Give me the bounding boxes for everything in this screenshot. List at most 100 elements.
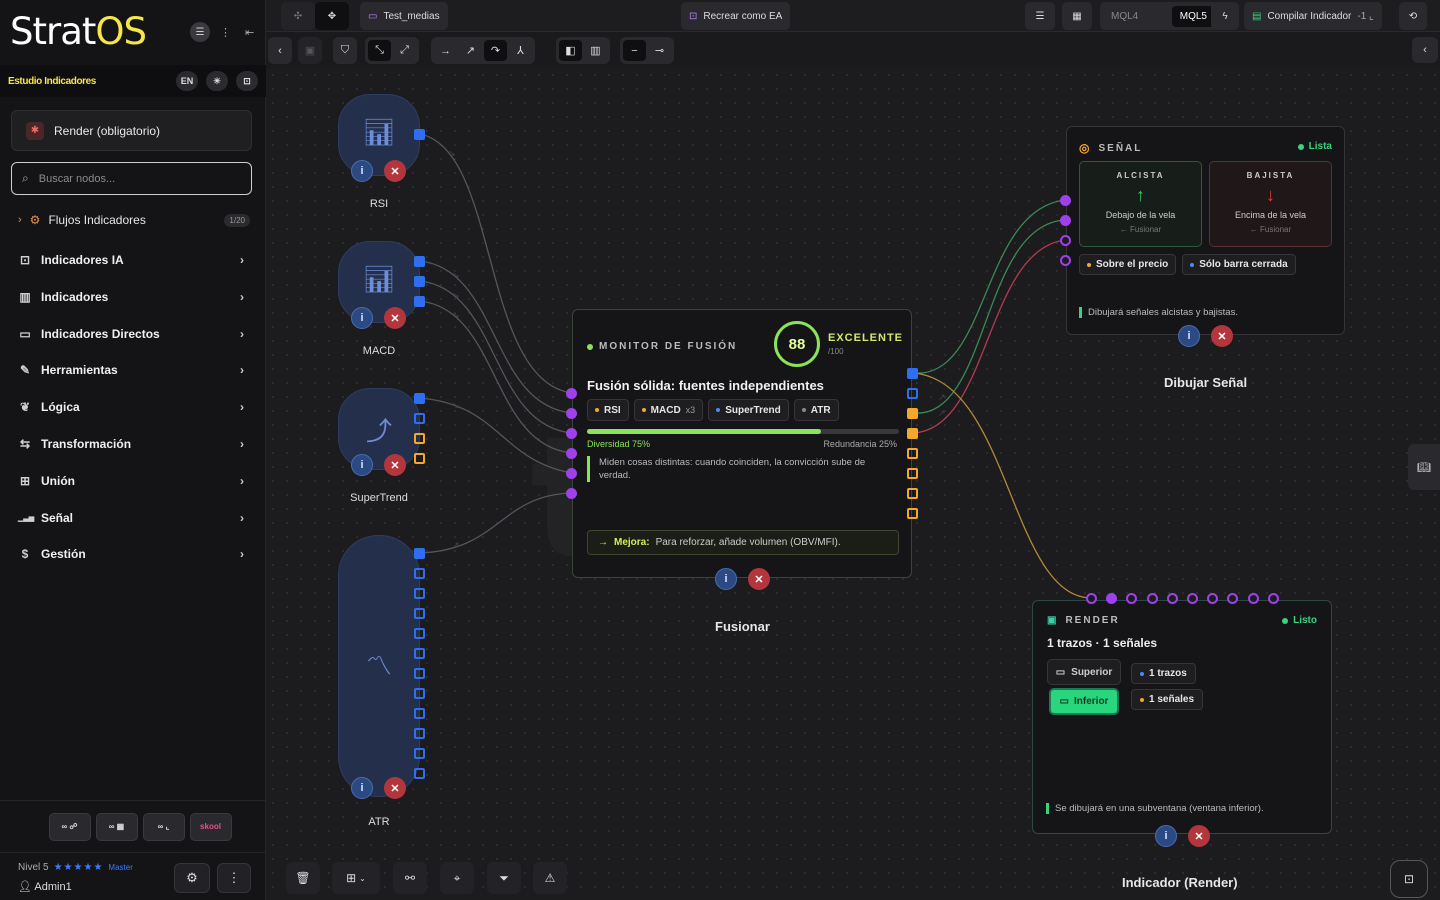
input-port[interactable] [1060,255,1071,266]
input-port[interactable] [1247,593,1259,604]
atr-node[interactable]: 〽 [338,535,420,797]
layout-icon[interactable]: ⊞ ⌄ [332,862,380,894]
rsi-node[interactable]: 📊︎ [338,94,420,176]
render-node[interactable]: ▣ RENDER Listo 1 trazos · 1 señales ▭ Supe… [1032,600,1332,834]
link-button-2[interactable]: ∞ ▦ [95,812,138,841]
theme-toggle-icon[interactable]: ☀ [206,71,228,91]
info-icon[interactable]: i [1155,825,1177,847]
sidebar-item-brain[interactable]: ❦ Lógica › [18,395,250,419]
output-port[interactable] [907,388,918,399]
language-toggle[interactable]: EN [176,71,198,91]
output-port[interactable] [414,413,425,424]
output-port[interactable] [414,129,425,140]
macd-node[interactable]: 📊︎ [338,241,420,323]
bolt-icon[interactable]: ϟ [1211,2,1239,30]
sidebar-item-transform[interactable]: ⇆ Transformación › [18,432,250,456]
compile-indicator-button[interactable]: ▤ Compilar Indicador -1 ⌞ [1244,2,1382,30]
trash-icon[interactable]: 🗑︎ [286,862,320,894]
output-port[interactable] [414,276,425,287]
output-port[interactable] [414,628,425,639]
pan-tool-icon[interactable]: ✥ [315,2,349,30]
sidebar-item-bar-chart[interactable]: ▥ Indicadores › [18,285,250,309]
signal-node[interactable]: ◎ SEÑAL Lista ALCISTA ↑ Debajo de la vela… [1066,126,1345,335]
supertrend-node[interactable]: ⤴ [338,388,420,470]
output-port[interactable] [414,768,425,779]
close-icon[interactable]: ✕ [1211,325,1233,347]
input-port[interactable] [1060,195,1071,206]
output-port[interactable] [414,728,425,739]
link-button-1[interactable]: ∞ ☍ [48,812,91,841]
minus-icon[interactable]: − [623,40,646,61]
collapse-sidebar-icon[interactable]: ⇤ [245,26,254,39]
shield-button[interactable]: ⛉ [333,37,357,64]
input-port[interactable] [1086,593,1097,604]
output-port[interactable] [414,433,425,444]
info-icon[interactable]: i [1178,325,1200,347]
output-port[interactable] [414,608,425,619]
kebab-icon[interactable]: ⋮ [220,26,231,39]
docs-book-icon[interactable]: 📖︎ [1408,444,1440,490]
grid-view-icon[interactable]: ▦ [1062,2,1092,30]
sidebar-item-union[interactable]: ⊞ Unión › [18,469,250,493]
output-port[interactable] [907,448,918,459]
close-icon[interactable]: ✕ [384,307,406,329]
expand-icon[interactable]: ⤢ [393,40,416,61]
panel-left-icon[interactable]: ◧ [559,40,582,61]
output-port[interactable] [414,708,425,719]
output-port[interactable] [907,368,918,379]
input-port[interactable] [1146,593,1158,604]
list-view-icon[interactable]: ☰ [1025,2,1055,30]
output-port[interactable] [907,508,918,519]
filter-icon[interactable]: ⏷ [487,862,521,894]
input-port[interactable] [566,448,577,459]
input-port[interactable] [1060,235,1071,246]
nodes-icon[interactable]: ⚯ [393,862,427,894]
menu-icon[interactable]: ☰ [190,22,210,42]
output-port[interactable] [414,668,425,679]
output-port[interactable] [907,408,918,419]
close-icon[interactable]: ✕ [384,454,406,476]
close-icon[interactable]: ✕ [1188,825,1210,847]
info-icon[interactable]: i [351,777,373,799]
shrink-icon[interactable]: ⤡ [368,40,391,61]
mql4-toggle[interactable]: MQL4 [1103,11,1146,22]
settings-gear-icon[interactable]: ⚙ [174,863,210,893]
input-port[interactable] [566,468,577,479]
panel-grid-icon[interactable]: ▥ [584,40,607,61]
output-port[interactable] [414,748,425,759]
input-port[interactable] [566,388,577,399]
superior-button[interactable]: ▭ Superior [1047,659,1121,685]
sidebar-item-pen[interactable]: ✎ Herramientas › [18,358,250,382]
sidebar-item-monitor[interactable]: ▭ Indicadores Directos › [18,322,250,346]
output-port[interactable] [414,548,425,559]
inferior-button[interactable]: ▭ Inferior [1049,688,1119,715]
more-options-icon[interactable]: ⋮ [217,863,251,893]
robot-icon[interactable]: ⊡ [236,71,258,91]
input-port[interactable] [566,428,577,439]
close-icon[interactable]: ✕ [384,777,406,799]
warning-icon[interactable]: ⚠ [533,862,567,894]
info-icon[interactable]: i [351,454,373,476]
fusion-monitor-node[interactable]: MONITOR DE FUSIÓN 88 EXCELENTE /100 Fusi… [572,309,912,578]
input-port[interactable] [566,488,577,499]
output-port[interactable] [907,428,918,439]
history-icon[interactable]: ⟲ [1399,2,1427,30]
link-button-3[interactable]: ∞ ⌞ [142,812,185,841]
search-input[interactable] [38,172,229,185]
input-port[interactable] [1060,215,1071,226]
project-tab[interactable]: ▭ Test_medias [360,2,448,30]
straight-edge-icon[interactable]: → [434,40,457,61]
mql5-toggle[interactable]: MQL5 [1171,5,1215,27]
info-icon[interactable]: i [351,160,373,182]
input-port[interactable] [566,408,577,419]
sidebar-item-dollar[interactable]: $ Gestión › [18,542,250,566]
tag-closed-bar[interactable]: Sólo barra cerrada [1182,254,1296,275]
skool-link[interactable]: skool [189,812,232,841]
sidebar-item-signal[interactable]: ▁▃▅ Señal › [18,506,250,530]
smooth-edge-icon[interactable]: ↷ [484,40,507,61]
info-icon[interactable]: i [351,307,373,329]
flows-row[interactable]: › ⚙ Flujos Indicadores 1/20 [18,208,250,232]
output-port[interactable] [414,393,425,404]
move-tool-icon[interactable]: ✣ [281,2,315,30]
chat-bot-icon[interactable]: ⊡ [1390,860,1428,898]
